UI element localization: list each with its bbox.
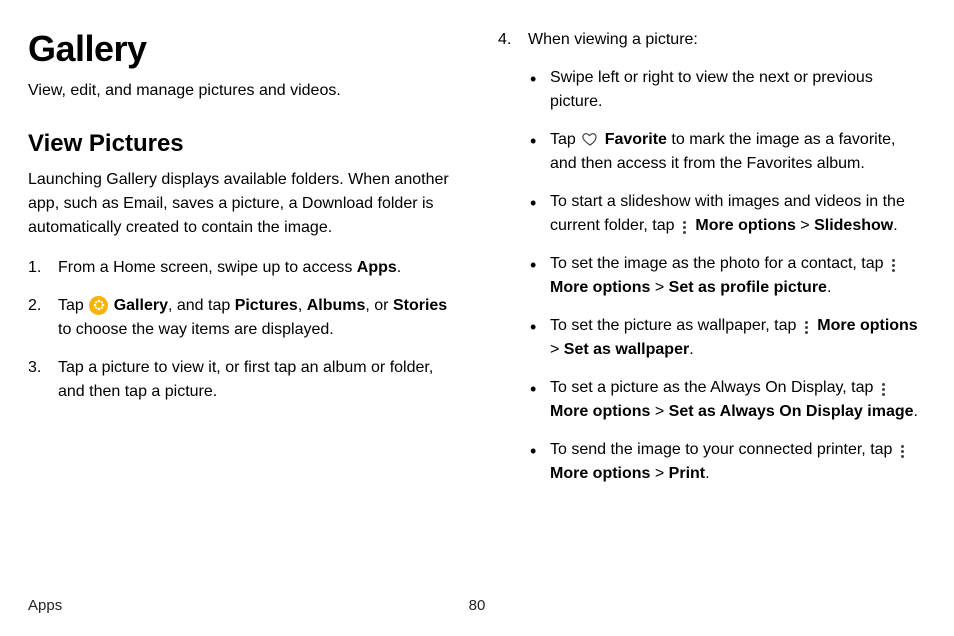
bullet-favorite-c: to mark the image as a favorite, and the… bbox=[550, 131, 896, 172]
bullet-profile-picture: To set the image as the photo for a cont… bbox=[528, 252, 926, 300]
bullet-favorite-b: Favorite bbox=[605, 131, 667, 148]
bpr-e: . bbox=[705, 465, 709, 482]
bullet-slideshow-d: Slideshow bbox=[814, 217, 893, 234]
page-title: Gallery bbox=[28, 28, 456, 70]
baod-a: To set a picture as the Always On Displa… bbox=[550, 379, 878, 396]
bpp-a: To set the image as the photo for a cont… bbox=[550, 255, 888, 272]
bpp-b: More options bbox=[550, 279, 650, 296]
bwp-c: > bbox=[550, 341, 564, 358]
step-2-text-i: to choose the way items are displayed. bbox=[58, 321, 334, 338]
step-1-text-a: From a Home screen, swipe up to access bbox=[58, 259, 357, 276]
bpp-d: Set as profile picture bbox=[669, 279, 827, 296]
bpp-e: . bbox=[827, 279, 831, 296]
bullet-swipe: Swipe left or right to view the next or … bbox=[528, 66, 926, 114]
step-1-text-c: . bbox=[397, 259, 401, 276]
bullet-print: To send the image to your connected prin… bbox=[528, 438, 926, 486]
baod-b: More options bbox=[550, 403, 650, 420]
bullet-slideshow-e: . bbox=[893, 217, 897, 234]
page-subtitle: View, edit, and manage pictures and vide… bbox=[28, 80, 456, 102]
bwp-e: . bbox=[689, 341, 693, 358]
footer-page-number: 80 bbox=[469, 597, 486, 614]
section-description: Launching Gallery displays available fol… bbox=[28, 168, 456, 240]
heart-icon bbox=[581, 130, 599, 148]
step-2-text-a: Tap bbox=[58, 297, 88, 314]
gallery-icon bbox=[89, 296, 108, 315]
bullet-slideshow-b: More options bbox=[695, 217, 795, 234]
more-options-icon bbox=[680, 219, 690, 237]
step-2-bold-albums: Albums bbox=[307, 297, 366, 314]
bullet-aod: To set a picture as the Always On Displa… bbox=[528, 376, 926, 424]
page-footer: Apps 80 bbox=[28, 597, 926, 614]
steps-list: From a Home screen, swipe up to access A… bbox=[28, 256, 456, 404]
bpr-c: > bbox=[650, 465, 668, 482]
baod-e: . bbox=[914, 403, 918, 420]
step-4-bullets-wrapper: Swipe left or right to view the next or … bbox=[498, 66, 926, 486]
section-heading: View Pictures bbox=[28, 130, 456, 158]
bpr-d: Print bbox=[669, 465, 705, 482]
baod-d: Set as Always On Display image bbox=[669, 403, 914, 420]
bpr-b: More options bbox=[550, 465, 650, 482]
step-2-bold-stories: Stories bbox=[393, 297, 447, 314]
more-options-icon bbox=[889, 257, 899, 275]
bullet-slideshow: To start a slideshow with images and vid… bbox=[528, 190, 926, 238]
step-2-bold-pictures: Pictures bbox=[235, 297, 298, 314]
content-columns: Gallery View, edit, and manage pictures … bbox=[28, 28, 926, 568]
bwp-d: Set as wallpaper bbox=[564, 341, 689, 358]
bwp-a: To set the picture as wallpaper, tap bbox=[550, 317, 801, 334]
step-3: Tap a picture to view it, or first tap a… bbox=[28, 356, 456, 404]
bullet-favorite: Tap Favorite to mark the image as a favo… bbox=[528, 128, 926, 176]
footer-section-label: Apps bbox=[28, 597, 62, 614]
step-2-text-e: , bbox=[298, 297, 307, 314]
step-1: From a Home screen, swipe up to access A… bbox=[28, 256, 456, 280]
step-4-bullets: Swipe left or right to view the next or … bbox=[528, 66, 926, 486]
left-column: Gallery View, edit, and manage pictures … bbox=[28, 28, 456, 568]
bpp-c: > bbox=[650, 279, 668, 296]
step-2-bold-gallery: Gallery bbox=[114, 297, 168, 314]
step-2-text-c: , and tap bbox=[168, 297, 235, 314]
bpr-a: To send the image to your connected prin… bbox=[550, 441, 897, 458]
bwp-b: More options bbox=[817, 317, 917, 334]
step-1-bold-apps: Apps bbox=[357, 259, 397, 276]
bullet-slideshow-c: > bbox=[796, 217, 814, 234]
more-options-icon bbox=[898, 443, 908, 461]
step-2: Tap Gallery, and tap Pictures, Albums, o… bbox=[28, 294, 456, 342]
step-4-header: When viewing a picture: bbox=[498, 28, 926, 52]
baod-c: > bbox=[650, 403, 668, 420]
right-column: When viewing a picture: Swipe left or ri… bbox=[498, 28, 926, 568]
bullet-wallpaper: To set the picture as wallpaper, tap Mor… bbox=[528, 314, 926, 362]
step-2-text-g: , or bbox=[365, 297, 393, 314]
more-options-icon bbox=[802, 319, 812, 337]
bullet-favorite-a: Tap bbox=[550, 131, 580, 148]
more-options-icon bbox=[879, 381, 889, 399]
